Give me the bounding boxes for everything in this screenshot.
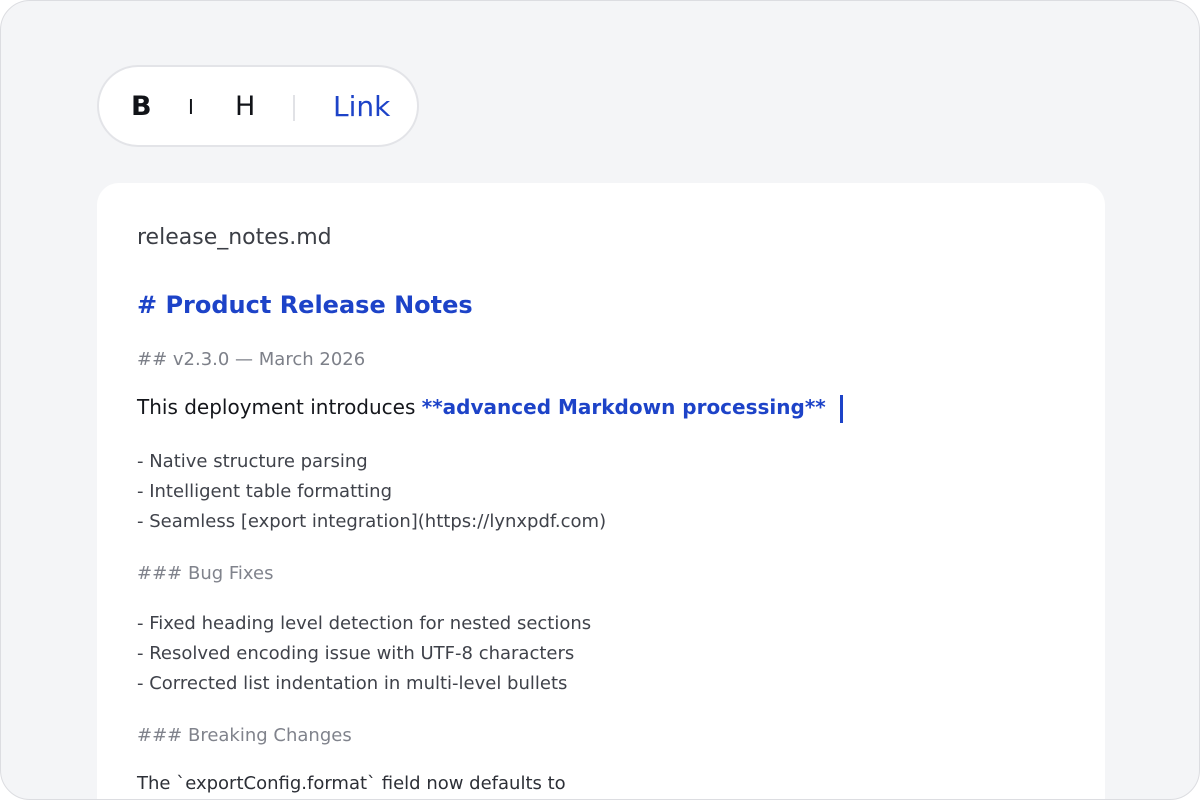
file-name: release_notes.md bbox=[137, 225, 332, 250]
bug-fix-list-item: - Resolved encoding issue with UTF-8 cha… bbox=[137, 643, 575, 664]
intro-text: This deployment introduces bbox=[137, 395, 422, 419]
bold-button[interactable]: B bbox=[131, 67, 152, 147]
bug-fix-list-item: - Corrected list indentation in multi-le… bbox=[137, 673, 568, 694]
feature-list-item: - Intelligent table formatting bbox=[137, 481, 393, 502]
italic-button[interactable]: I bbox=[188, 67, 194, 147]
heading-button[interactable]: H bbox=[235, 67, 255, 147]
app-window: B I H Link release_notes.md # Product Re… bbox=[0, 0, 1200, 800]
feature-list-item: - Native structure parsing bbox=[137, 451, 368, 472]
breaking-changes-heading: ### Breaking Changes bbox=[137, 725, 352, 746]
bug-fixes-heading: ### Bug Fixes bbox=[137, 563, 274, 584]
intro-paragraph: This deployment introduces **advanced Ma… bbox=[137, 395, 826, 419]
toolbar-divider bbox=[293, 95, 295, 121]
breaking-changes-text: The `exportConfig.format` field now defa… bbox=[137, 773, 566, 794]
text-cursor bbox=[840, 395, 843, 423]
bug-fix-list-item: - Fixed heading level detection for nest… bbox=[137, 613, 592, 634]
bold-markdown-text: **advanced Markdown processing** bbox=[421, 395, 826, 419]
markdown-editor[interactable]: release_notes.md # Product Release Notes… bbox=[97, 183, 1105, 799]
formatting-toolbar: B I H Link bbox=[97, 65, 419, 147]
feature-list-item: - Seamless [export integration](https://… bbox=[137, 511, 607, 532]
heading-level-2: ## v2.3.0 — March 2026 bbox=[137, 349, 366, 370]
link-button[interactable]: Link bbox=[333, 67, 390, 147]
heading-level-1: # Product Release Notes bbox=[137, 291, 473, 319]
